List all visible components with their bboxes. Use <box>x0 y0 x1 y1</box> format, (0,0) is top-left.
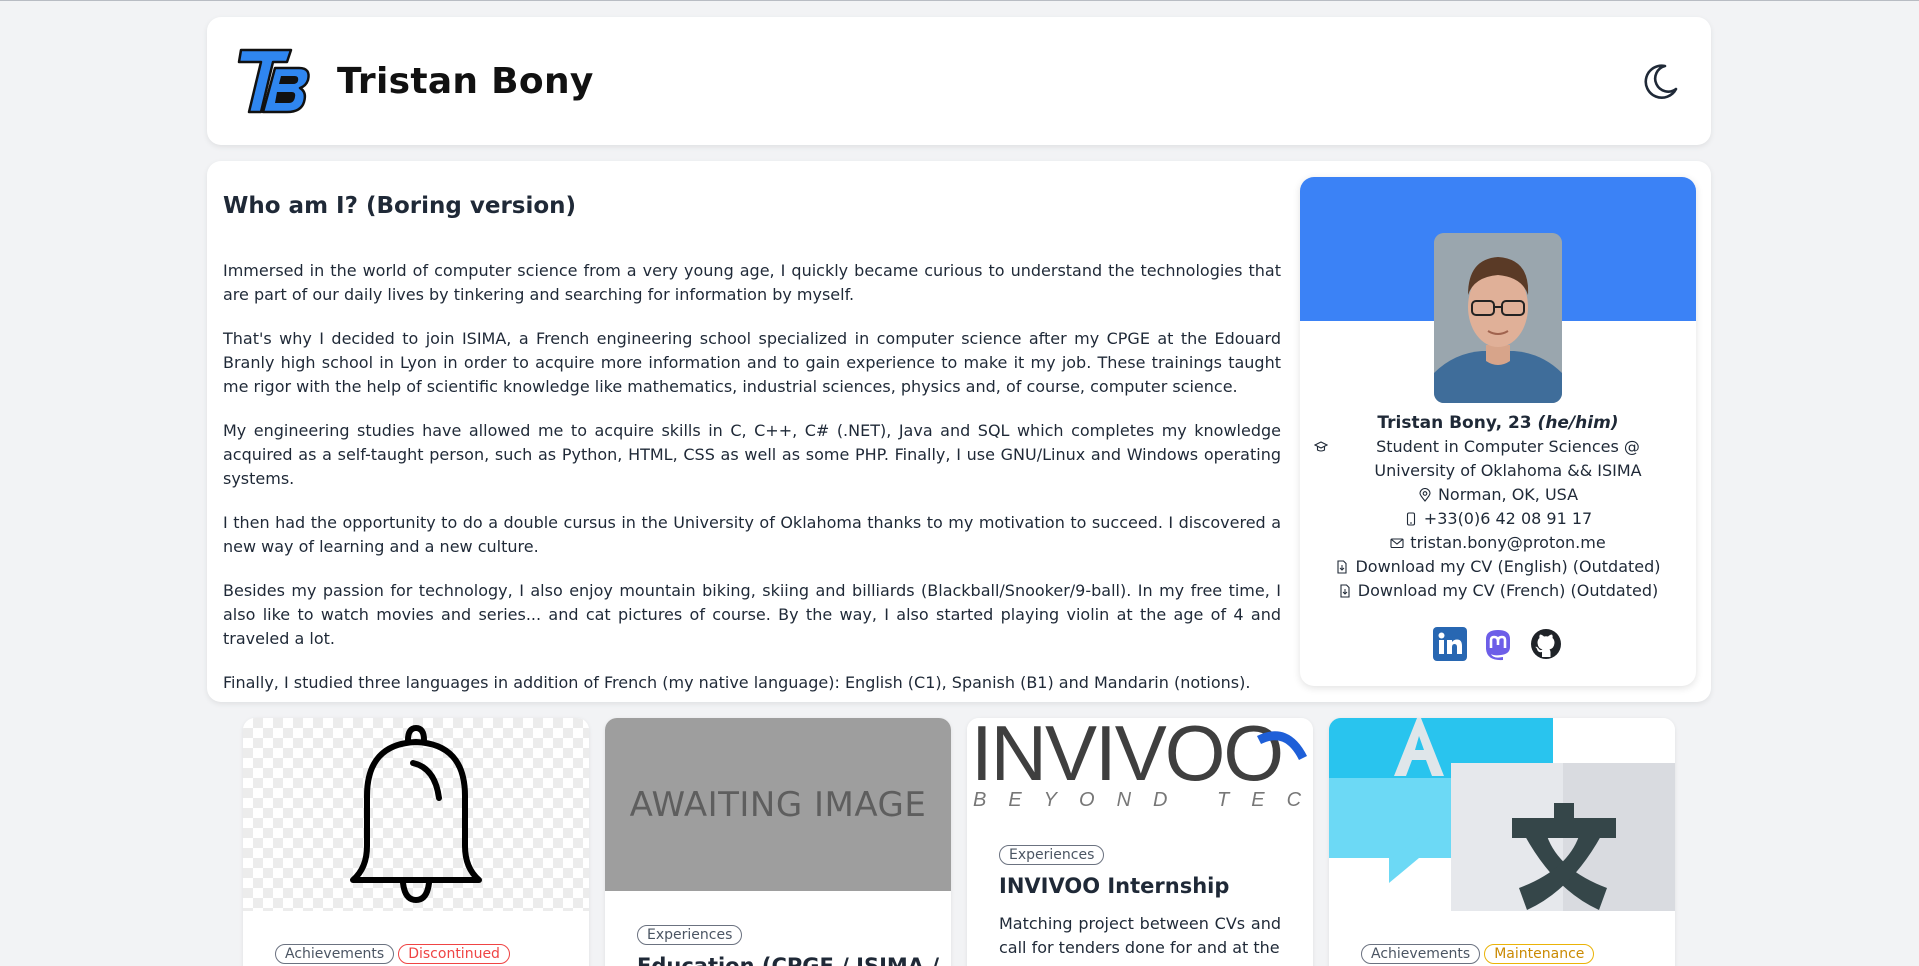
cv-french-text[interactable]: Download my CV (French) (Outdated) <box>1358 579 1658 603</box>
graduation-cap-icon <box>1314 441 1328 452</box>
profile-name-text: Tristan Bony, 23 <box>1377 413 1532 433</box>
invivoo-logo: INVIVOO BEYOND TECH <box>967 718 1313 818</box>
project-card-translation[interactable]: Achievements Maintenance <box>1329 718 1675 966</box>
profile-pronouns: (he/him) <box>1537 413 1619 433</box>
profile-name: Tristan Bony, 23 (he/him) <box>1300 411 1696 435</box>
cv-english-link[interactable]: Download my CV (English) (Outdated) <box>1300 555 1696 579</box>
about-paragraph: Immersed in the world of computer scienc… <box>223 261 1281 304</box>
phone-icon <box>1406 512 1415 526</box>
social-links <box>1300 627 1696 661</box>
linkedin-icon[interactable] <box>1433 627 1467 661</box>
card-title: Education (CPGE / ISIMA / <box>637 954 940 966</box>
profile-info: Tristan Bony, 23 (he/him) Student in Com… <box>1300 411 1696 603</box>
profile-email[interactable]: tristan.bony@proton.me <box>1300 531 1696 555</box>
project-card-education[interactable]: AWAITING IMAGE Experiences Education (CP… <box>605 718 951 966</box>
card-tags: Experiences <box>637 925 743 945</box>
about-title: Who am I? (Boring version) <box>223 193 577 219</box>
avatar <box>1434 233 1562 403</box>
about-paragraph: My engineering studies have allowed me t… <box>223 421 1281 488</box>
card-title: INVIVOO Internship <box>999 874 1230 898</box>
profile-phone-text[interactable]: +33(0)6 42 08 91 17 <box>1424 507 1592 531</box>
mastodon-icon[interactable] <box>1481 627 1515 661</box>
profile-card: Tristan Bony, 23 (he/him) Student in Com… <box>1300 177 1696 686</box>
invivoo-logo-text: INVIVOO <box>971 718 1282 797</box>
cv-english-text[interactable]: Download my CV (English) (Outdated) <box>1355 555 1660 579</box>
about-paragraph: Besides my passion for technology, I als… <box>223 581 1281 648</box>
site-header: Tristan Bony <box>207 17 1711 145</box>
profile-location: Norman, OK, USA <box>1300 483 1696 507</box>
card-description: Matching project between CVs and call fo… <box>999 914 1281 957</box>
awaiting-image-text: AWAITING IMAGE <box>629 784 927 825</box>
invivoo-logo-icon: INVIVOO BEYOND TECH <box>971 718 1313 811</box>
file-download-icon <box>1340 584 1350 598</box>
card-tags: Achievements Maintenance <box>1361 944 1595 964</box>
moon-icon[interactable] <box>1641 61 1681 101</box>
about-text: Who am I? (Boring version) Immersed in t… <box>223 193 1281 715</box>
profile-study: Student in Computer Sciences @ Universit… <box>1300 435 1696 483</box>
card-image <box>243 718 589 911</box>
about-paragraph: That's why I decided to join ISIMA, a Fr… <box>223 329 1281 396</box>
project-card-achievement[interactable]: Achievements Discontinued <box>243 718 589 966</box>
file-download-icon <box>1337 560 1348 574</box>
profile-email-link[interactable]: tristan.bony@proton.me <box>1410 531 1605 555</box>
project-card-invivoo[interactable]: INVIVOO BEYOND TECH Experiences INVIVOO … <box>967 718 1313 966</box>
tag-achievements[interactable]: Achievements <box>275 944 395 964</box>
card-image-placeholder: AWAITING IMAGE <box>605 718 951 891</box>
envelope-icon <box>1390 538 1404 549</box>
card-tags: Achievements Discontinued <box>275 944 510 964</box>
bell-icon <box>350 725 482 903</box>
tag-experiences[interactable]: Experiences <box>999 845 1105 865</box>
about-section: Who am I? (Boring version) Immersed in t… <box>207 161 1711 702</box>
about-paragraph: I then had the opportunity to do a doubl… <box>223 513 1281 556</box>
tag-discontinued[interactable]: Discontinued <box>398 944 510 964</box>
card-tags: Experiences <box>999 845 1105 865</box>
tag-experiences[interactable]: Experiences <box>637 925 743 945</box>
about-paragraph: Finally, I studied three languages in ad… <box>223 673 1251 692</box>
profile-location-text: Norman, OK, USA <box>1437 485 1579 504</box>
profile-study-text: Student in Computer Sciences @ Universit… <box>1374 437 1642 480</box>
tag-achievements[interactable]: Achievements <box>1361 944 1481 964</box>
map-pin-icon <box>1419 488 1431 502</box>
site-title: Tristan Bony <box>337 60 594 102</box>
profile-phone[interactable]: +33(0)6 42 08 91 17 <box>1300 507 1696 531</box>
invivoo-tagline: BEYOND TECH <box>973 789 1313 811</box>
cv-french-link[interactable]: Download my CV (French) (Outdated) <box>1300 579 1696 603</box>
github-icon[interactable] <box>1529 627 1563 661</box>
tb-logo-icon[interactable] <box>237 46 313 116</box>
translate-icon <box>1329 718 1675 911</box>
tag-maintenance[interactable]: Maintenance <box>1484 944 1595 964</box>
